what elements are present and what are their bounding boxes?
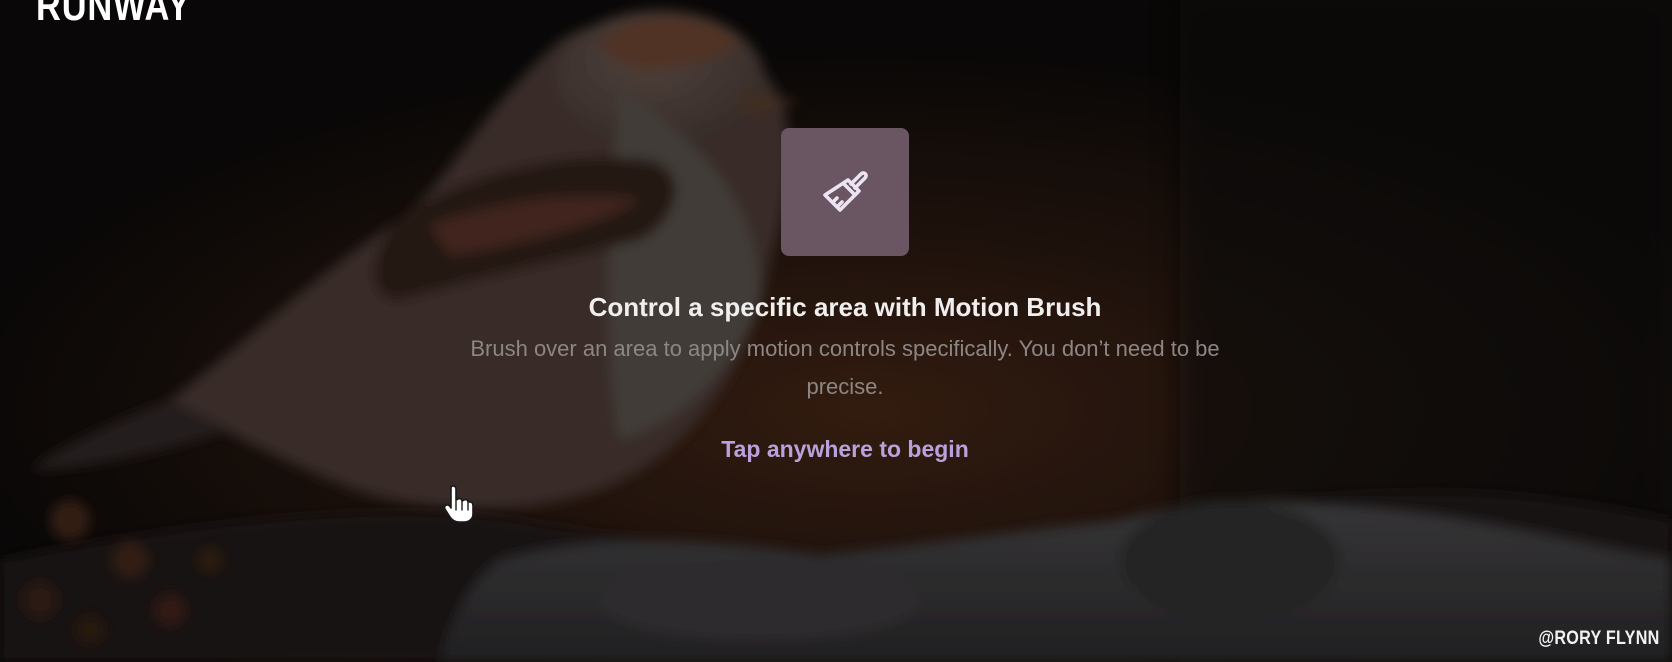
onboarding-description: Brush over an area to apply motion contr… [470, 336, 1220, 399]
motion-brush-icon [823, 171, 868, 212]
onboarding-overlay[interactable]: Control a specific area with Motion Brus… [0, 0, 1672, 662]
motion-brush-onboarding-screen[interactable]: RUNWAY @RORY FLYNN Control a specific ar… [0, 0, 1672, 662]
motion-brush-tile[interactable] [781, 128, 909, 256]
tap-to-begin-link[interactable]: Tap anywhere to begin [0, 436, 1672, 463]
hand-cursor-icon [443, 485, 474, 523]
onboarding-title: Control a specific area with Motion Brus… [588, 292, 1102, 322]
